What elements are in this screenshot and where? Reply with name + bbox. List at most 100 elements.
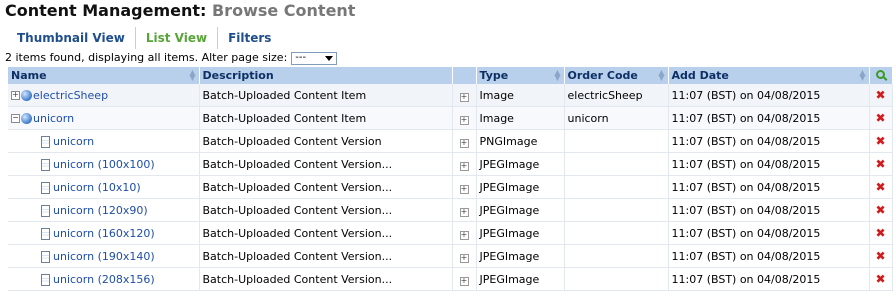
cell-name: unicorn (160x120): [8, 221, 200, 245]
cell-expand-description: +: [452, 129, 477, 153]
search-icon[interactable]: [876, 70, 885, 79]
cell-name: − unicorn: [8, 106, 200, 130]
content-name-link[interactable]: unicorn: [33, 112, 74, 125]
table-row[interactable]: unicorn (208x156) Batch-Uploaded Content …: [8, 267, 893, 291]
column-header-add-date[interactable]: Add Date ▲ ▼: [668, 67, 870, 84]
cell-delete: ✖: [869, 175, 893, 199]
cell-order-code: [564, 244, 669, 268]
column-header-description[interactable]: Description: [199, 67, 453, 84]
results-info: 2 items found, displaying all items. Alt…: [5, 50, 338, 66]
table-row[interactable]: unicorn (120x90) Batch-Uploaded Content V…: [8, 198, 893, 222]
cell-type: JPEGImage: [476, 175, 565, 199]
plus-icon[interactable]: +: [459, 161, 469, 171]
cell-type: JPEGImage: [476, 152, 565, 176]
plus-icon[interactable]: +: [459, 115, 469, 125]
delete-icon[interactable]: ✖: [875, 249, 885, 263]
cell-expand-description: +: [452, 106, 477, 130]
table-row[interactable]: unicorn Batch-Uploaded Content Version + PN…: [8, 129, 893, 153]
cell-name: unicorn (100x100): [8, 152, 200, 176]
page-title-main: Content Management:: [5, 1, 207, 20]
cell-add-date: 11:07 (BST) on 04/08/2015: [668, 106, 870, 130]
delete-icon[interactable]: ✖: [875, 180, 885, 194]
sort-icon: ▲ ▼: [554, 68, 561, 82]
document-icon: [41, 181, 50, 194]
cell-add-date: 11:07 (BST) on 04/08/2015: [668, 221, 870, 245]
tab-filters[interactable]: Filters: [218, 27, 281, 49]
delete-icon[interactable]: ✖: [875, 134, 885, 148]
plus-icon[interactable]: +: [459, 184, 469, 194]
table-row[interactable]: + electricSheep Batch-Uploaded Content Ite…: [8, 84, 893, 107]
delete-icon[interactable]: ✖: [875, 272, 885, 286]
cell-expand-description: +: [452, 244, 477, 268]
plus-icon[interactable]: +: [459, 138, 469, 148]
cell-type: JPEGImage: [476, 267, 565, 291]
plus-icon[interactable]: +: [459, 276, 469, 286]
plus-icon[interactable]: +: [459, 92, 469, 102]
results-summary: 2 items found, displaying all items. Alt…: [5, 51, 288, 64]
document-icon: [41, 204, 50, 217]
sort-icon: ▲ ▼: [189, 68, 196, 82]
content-name-link[interactable]: unicorn (100x100): [53, 158, 155, 171]
page-size-select[interactable]: ---: [291, 51, 338, 65]
sort-icon: ▲ ▼: [658, 68, 665, 82]
view-tabs: Thumbnail View List View Filters: [5, 27, 281, 49]
cell-type: Image: [476, 106, 565, 130]
cell-delete: ✖: [869, 106, 893, 130]
table-row[interactable]: unicorn (160x120) Batch-Uploaded Content …: [8, 221, 893, 245]
document-icon: [41, 158, 50, 171]
cell-delete: ✖: [869, 244, 893, 268]
column-header-blank: [452, 67, 477, 84]
cell-add-date: 11:07 (BST) on 04/08/2015: [668, 152, 870, 176]
cell-order-code: [564, 198, 669, 222]
plus-icon[interactable]: +: [459, 207, 469, 217]
content-name-link[interactable]: electricSheep: [33, 89, 108, 102]
chevron-down-icon: [325, 55, 334, 61]
content-name-link[interactable]: unicorn: [53, 135, 94, 148]
document-icon: [41, 250, 50, 263]
table-row[interactable]: unicorn (100x100) Batch-Uploaded Content …: [8, 152, 893, 176]
content-name-link[interactable]: unicorn (190x140): [53, 250, 155, 263]
tab-list-view[interactable]: List View: [136, 27, 219, 49]
plus-icon[interactable]: +: [459, 253, 469, 263]
table-row[interactable]: unicorn (10x10) Batch-Uploaded Content Ve…: [8, 175, 893, 199]
expand-icon[interactable]: +: [11, 91, 20, 100]
tab-thumbnail-view[interactable]: Thumbnail View: [5, 27, 136, 49]
column-header-type[interactable]: Type ▲ ▼: [476, 67, 565, 84]
cell-delete: ✖: [869, 198, 893, 222]
delete-icon[interactable]: ✖: [875, 88, 885, 102]
content-name-link[interactable]: unicorn (160x120): [53, 227, 155, 240]
delete-icon[interactable]: ✖: [875, 157, 885, 171]
cell-expand-description: +: [452, 84, 477, 107]
table-header-row: Name ▲ ▼ Description Type ▲ ▼ Order Code ▲ ▼ A…: [8, 67, 893, 84]
cell-add-date: 11:07 (BST) on 04/08/2015: [668, 175, 870, 199]
table-row[interactable]: unicorn (190x140) Batch-Uploaded Content …: [8, 244, 893, 268]
column-header-search[interactable]: [869, 67, 893, 84]
cell-add-date: 11:07 (BST) on 04/08/2015: [668, 129, 870, 153]
cell-order-code: [564, 152, 669, 176]
globe-icon: [21, 90, 32, 101]
cell-type: JPEGImage: [476, 221, 565, 245]
cell-order-code: electricSheep: [564, 84, 669, 107]
delete-icon[interactable]: ✖: [875, 226, 885, 240]
collapse-icon[interactable]: −: [11, 114, 20, 123]
content-name-link[interactable]: unicorn (10x10): [53, 181, 141, 194]
delete-icon[interactable]: ✖: [875, 203, 885, 217]
cell-delete: ✖: [869, 221, 893, 245]
cell-description: Batch-Uploaded Content Version...: [199, 244, 453, 268]
cell-description: Batch-Uploaded Content Version...: [199, 198, 453, 222]
table-row[interactable]: − unicorn Batch-Uploaded Content Item + Imag…: [8, 106, 893, 130]
column-header-name[interactable]: Name ▲ ▼: [8, 67, 200, 84]
cell-type: Image: [476, 84, 565, 107]
plus-icon[interactable]: +: [459, 230, 469, 240]
cell-expand-description: +: [452, 267, 477, 291]
cell-order-code: [564, 221, 669, 245]
content-name-link[interactable]: unicorn (120x90): [53, 204, 148, 217]
column-header-order-code[interactable]: Order Code ▲ ▼: [564, 67, 669, 84]
cell-type: JPEGImage: [476, 244, 565, 268]
content-name-link[interactable]: unicorn (208x156): [53, 273, 155, 286]
globe-icon: [21, 113, 32, 124]
delete-icon[interactable]: ✖: [875, 111, 885, 125]
cell-expand-description: +: [452, 198, 477, 222]
cell-description: Batch-Uploaded Content Version...: [199, 221, 453, 245]
cell-expand-description: +: [452, 175, 477, 199]
